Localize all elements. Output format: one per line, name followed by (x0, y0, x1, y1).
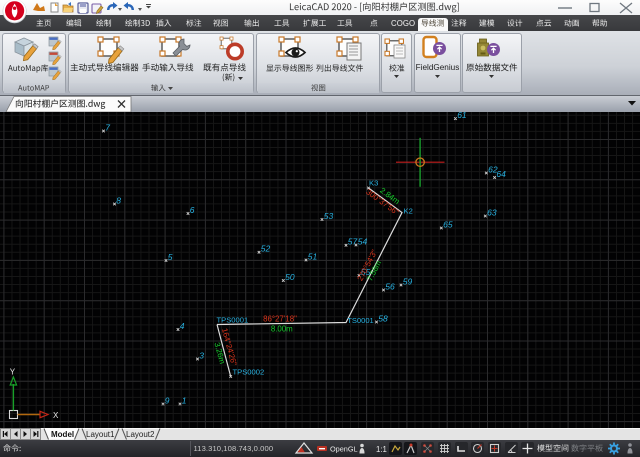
svg-text:50: 50 (285, 272, 295, 282)
svg-text:64: 64 (496, 169, 506, 179)
svg-text:56: 56 (385, 281, 395, 291)
svg-text:58: 58 (378, 313, 388, 323)
svg-text:63: 63 (487, 207, 497, 217)
svg-text:Layout2: Layout2 (126, 430, 155, 439)
svg-text:59: 59 (403, 276, 413, 286)
svg-text:TPS0002: TPS0002 (233, 368, 265, 377)
svg-text:X: X (53, 411, 59, 420)
svg-text:Layout1: Layout1 (86, 430, 115, 439)
svg-text:TS0001: TS0001 (347, 316, 374, 325)
svg-text:53: 53 (324, 211, 334, 221)
svg-text:7: 7 (105, 122, 110, 132)
svg-text:Model: Model (51, 430, 74, 439)
svg-text:61: 61 (457, 112, 467, 120)
svg-text:TPS0001: TPS0001 (217, 315, 249, 324)
svg-text:1: 1 (182, 395, 187, 405)
svg-text:57: 57 (348, 237, 358, 247)
svg-text:3: 3 (199, 350, 204, 360)
svg-text:Y: Y (10, 368, 16, 377)
svg-text:6: 6 (190, 205, 195, 215)
svg-text:8.00m: 8.00m (271, 324, 293, 333)
svg-text:5: 5 (168, 252, 173, 262)
svg-text:9: 9 (165, 395, 170, 405)
svg-text:51: 51 (308, 251, 318, 261)
svg-text:OpenGL: OpenGL (330, 445, 358, 454)
svg-text:86°27'18": 86°27'18" (263, 315, 297, 324)
svg-text:54: 54 (358, 236, 368, 246)
svg-text:4: 4 (180, 321, 185, 331)
svg-text:52: 52 (261, 244, 271, 254)
svg-text:1:1: 1:1 (376, 445, 387, 454)
svg-text:K3: K3 (369, 179, 378, 188)
svg-text:K2: K2 (404, 207, 413, 216)
svg-text:65: 65 (443, 219, 453, 229)
svg-text:8: 8 (116, 195, 121, 205)
